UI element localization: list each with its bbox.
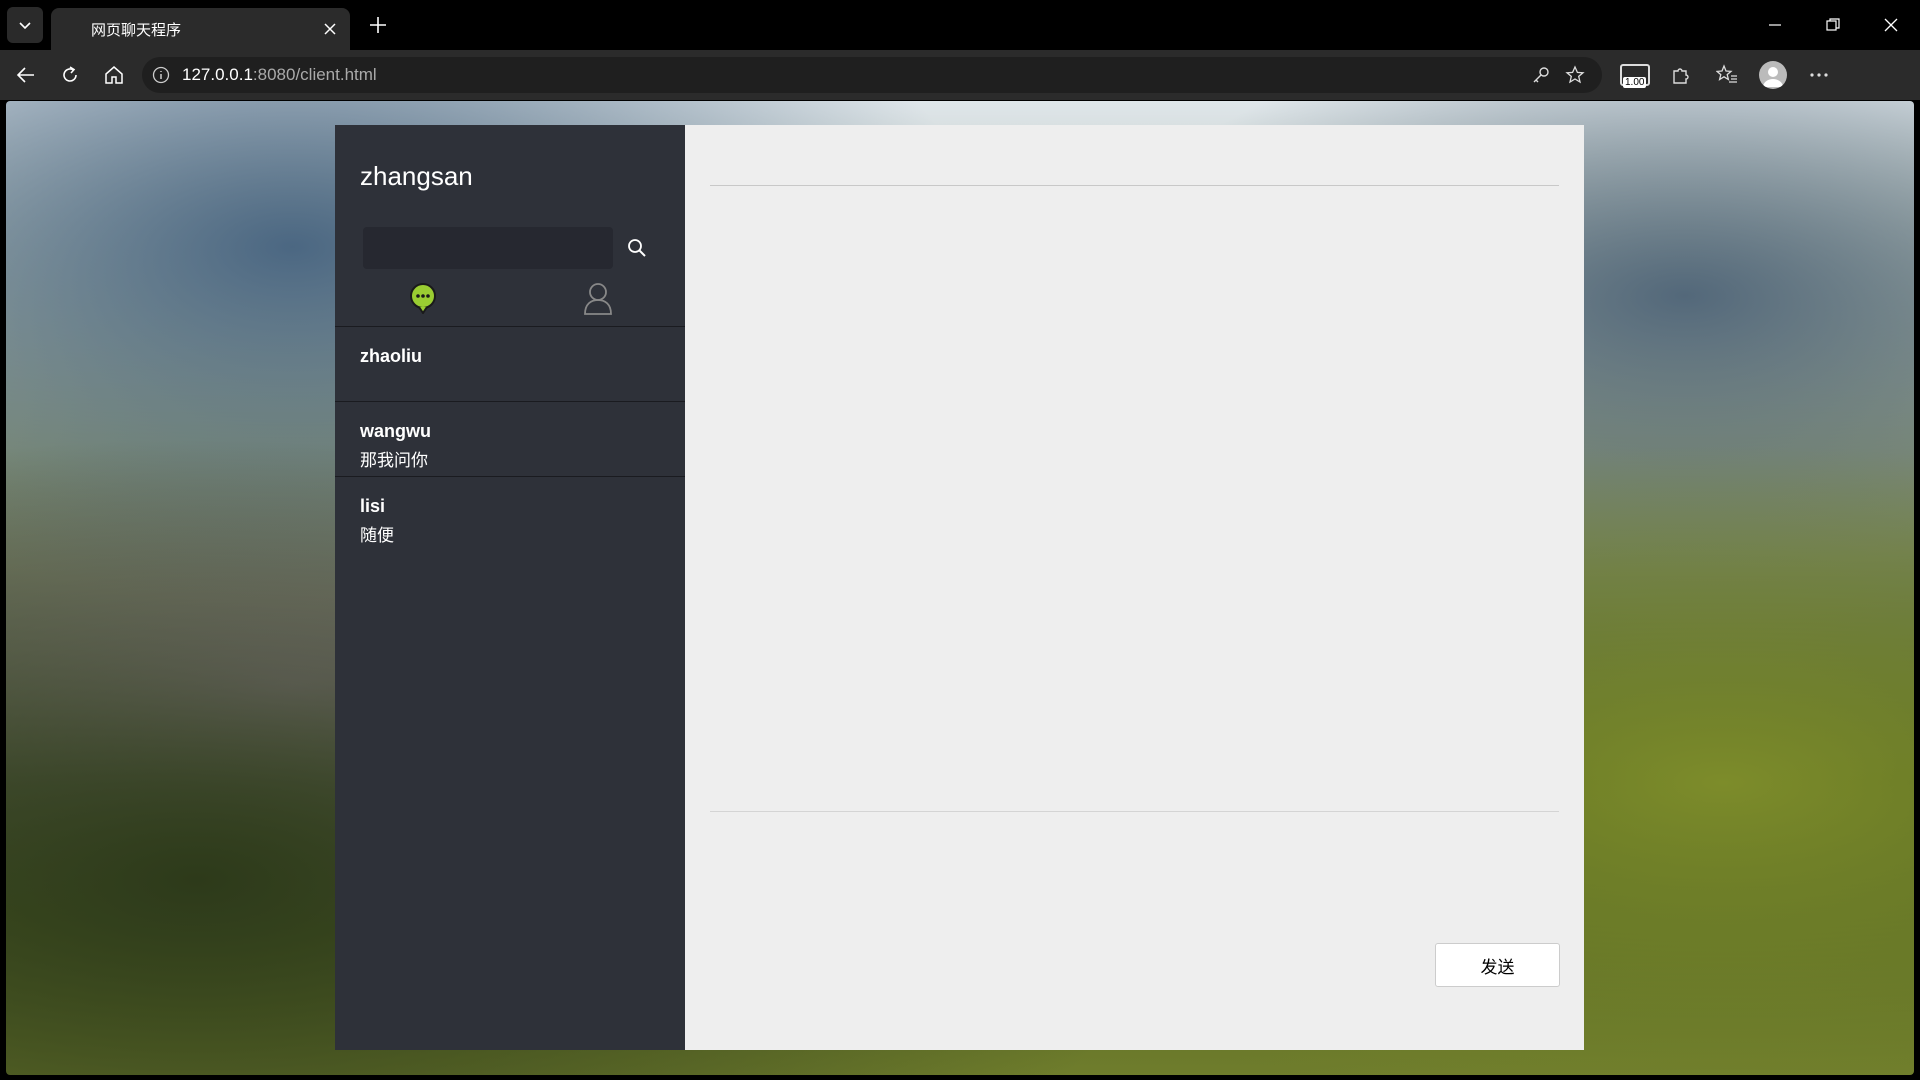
current-username: zhangsan <box>360 161 473 191</box>
message-input[interactable] <box>710 815 1559 955</box>
extension-badge-text: 1.00 <box>1623 77 1647 88</box>
close-icon <box>1884 18 1898 32</box>
avatar-icon <box>1759 61 1787 89</box>
password-key-icon[interactable] <box>1524 58 1558 92</box>
restore-icon <box>1826 18 1840 31</box>
conversation-item-wangwu[interactable]: wangwu 那我问你 <box>335 402 685 477</box>
arrow-left-icon <box>16 67 34 83</box>
home-icon <box>105 66 123 84</box>
browser-tab-bar: 网页聊天程序 <box>0 0 1920 50</box>
sidebar: zhangsan zhaoliu wangwu 那我问你 lisi 随便 <box>335 125 685 1050</box>
chat-bubble-icon <box>409 282 436 314</box>
profile-avatar[interactable] <box>1750 57 1796 93</box>
conversation-item-lisi[interactable]: lisi 随便 <box>335 477 685 552</box>
tab-sessions[interactable] <box>335 269 510 327</box>
extensions-puzzle-icon[interactable] <box>1658 57 1704 93</box>
chat-main-panel: 发送 <box>685 125 1584 1050</box>
browser-tab-active[interactable]: 网页聊天程序 <box>51 8 350 50</box>
conversation-list: zhaoliu wangwu 那我问你 lisi 随便 <box>335 327 685 552</box>
user-icon <box>583 282 612 315</box>
url-text[interactable]: 127.0.0.1:8080/client.html <box>182 65 1524 85</box>
favorites-list-icon[interactable] <box>1704 57 1750 93</box>
sidebar-tabs <box>335 269 685 327</box>
info-icon[interactable] <box>152 66 170 84</box>
conversation-name: lisi <box>360 496 386 516</box>
close-tab-icon[interactable] <box>320 19 340 39</box>
message-area <box>710 187 1559 749</box>
chat-title <box>710 125 1559 186</box>
conversation-name: zhaoliu <box>360 346 422 366</box>
address-bar[interactable]: 127.0.0.1:8080/client.html <box>142 57 1602 93</box>
page-viewport: zhangsan zhaoliu wangwu 那我问你 lisi 随便 发送 <box>6 101 1914 1075</box>
tab-friends[interactable] <box>510 269 685 327</box>
plus-icon <box>370 17 386 33</box>
close-window-button[interactable] <box>1862 0 1920 50</box>
favorite-star-icon[interactable] <box>1558 58 1592 92</box>
conversation-last-message: 随便 <box>360 526 394 545</box>
url-path: :8080/client.html <box>252 65 377 84</box>
more-menu-icon[interactable] <box>1796 57 1842 93</box>
home-button[interactable] <box>96 57 132 93</box>
back-button[interactable] <box>8 57 44 93</box>
url-host: 127.0.0.1 <box>182 65 253 84</box>
new-tab-button[interactable] <box>364 11 392 39</box>
conversation-last-message: 那我问你 <box>360 451 428 470</box>
input-divider <box>710 811 1559 812</box>
toolbar-icons: 1.00 <box>1612 57 1842 93</box>
tab-title: 网页聊天程序 <box>91 21 182 39</box>
search-icon <box>628 239 646 257</box>
conversation-item-zhaoliu[interactable]: zhaoliu <box>335 327 685 402</box>
restore-button[interactable] <box>1804 0 1862 50</box>
chat-app: zhangsan zhaoliu wangwu 那我问你 lisi 随便 发送 <box>335 125 1584 1050</box>
minimize-icon <box>1769 24 1781 26</box>
conversation-name: wangwu <box>360 421 431 441</box>
browser-toolbar: 127.0.0.1:8080/client.html 1.00 <box>0 50 1920 100</box>
search-input[interactable] <box>363 227 613 269</box>
reload-button[interactable] <box>52 57 88 93</box>
search-row <box>335 217 685 269</box>
minimize-button[interactable] <box>1746 0 1804 50</box>
tab-list-button[interactable] <box>7 7 43 43</box>
chevron-down-icon <box>19 22 31 30</box>
reload-icon <box>63 66 77 82</box>
send-button[interactable]: 发送 <box>1435 943 1560 987</box>
extension-badge-icon[interactable]: 1.00 <box>1612 57 1658 93</box>
window-controls <box>1746 0 1920 50</box>
search-button[interactable] <box>617 227 657 269</box>
